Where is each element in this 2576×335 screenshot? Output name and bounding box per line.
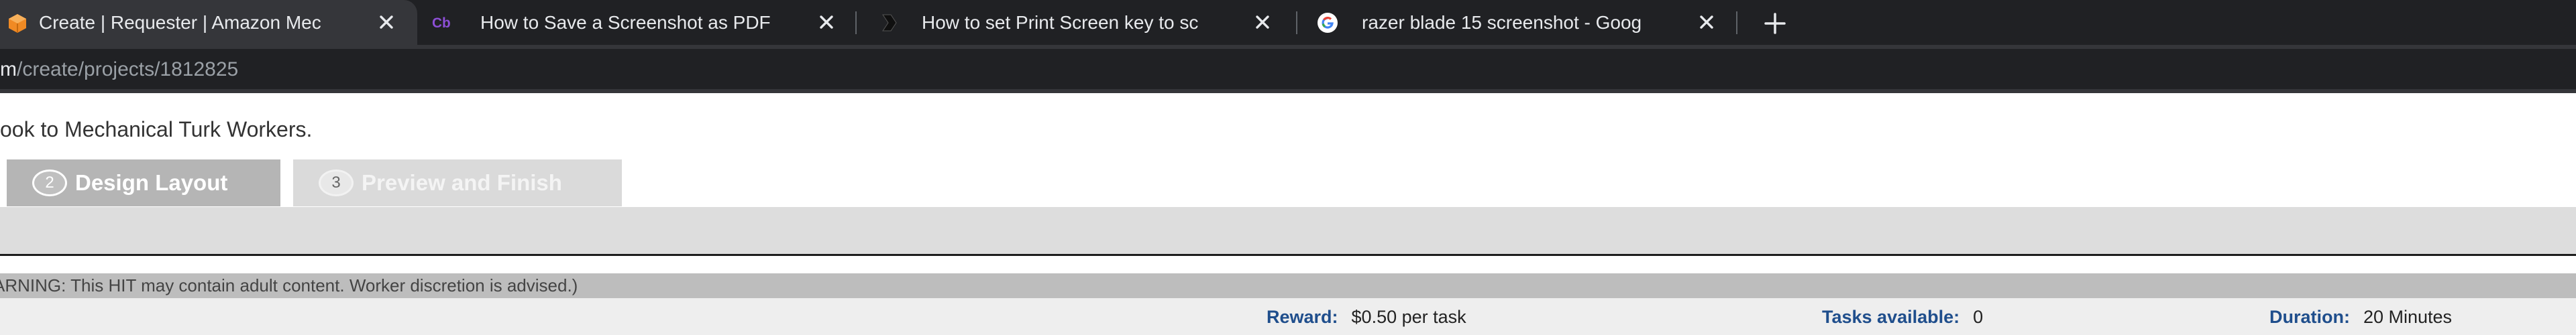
close-icon[interactable] (1253, 13, 1272, 31)
amazon-box-icon (9, 14, 26, 33)
tab-save-screenshot-pdf[interactable]: Cb How to Save a Screenshot as PDF (417, 0, 853, 45)
tab-separator (855, 11, 857, 34)
tasks-available-value: 0 (1973, 307, 1984, 327)
tab-title: How to Save a Screenshot as PDF (480, 11, 809, 34)
tab-title: How to set Print Screen key to sc (922, 11, 1250, 34)
reward-label: Reward: (1267, 307, 1338, 327)
reward-info: Reward: $0.50 per task (1267, 307, 1466, 328)
close-icon[interactable] (1697, 13, 1716, 31)
reward-value: $0.50 per task (1351, 307, 1466, 327)
duration-info: Duration: 20 Minutes (2269, 307, 2452, 328)
url-host: m (0, 58, 17, 80)
tab-strip: Create | Requester | Amazon Mec Cb How t… (0, 0, 2576, 45)
google-icon (1318, 13, 1338, 33)
tab-title: Create | Requester | Amazon Mec (39, 11, 364, 34)
tab-razer-blade-screenshot[interactable]: razer blade 15 screenshot - Goog (1298, 0, 1734, 45)
warning-text: ARNING: This HIT may contain adult conte… (0, 275, 578, 295)
duration-value: 20 Minutes (2363, 307, 2453, 327)
step-number-badge: 2 (32, 170, 67, 196)
cb-logo-icon: Cb (432, 15, 451, 31)
close-icon[interactable] (377, 13, 396, 31)
address-bar[interactable]: m/create/projects/1812825 (0, 49, 2576, 89)
tab-separator (1736, 11, 1737, 34)
tab-title: razer blade 15 screenshot - Goog (1362, 11, 1684, 34)
divider-line (0, 254, 2576, 256)
adult-content-warning: ARNING: This HIT may contain adult conte… (0, 273, 2576, 298)
hit-info-row: Reward: $0.50 per task Tasks available: 0 … (0, 298, 2576, 335)
intro-text: ook to Mechanical Turk Workers. (0, 117, 313, 141)
url-text[interactable]: m/create/projects/1812825 (0, 58, 238, 81)
step-label: Preview and Finish (362, 170, 562, 195)
close-icon[interactable] (817, 13, 836, 31)
duration-label: Duration: (2269, 307, 2350, 327)
browser-toolbar: m/create/projects/1812825 (0, 45, 2576, 138)
tab-separator (1296, 11, 1297, 34)
chevron-logo-icon (882, 14, 897, 31)
step-preview-and-finish[interactable]: 3 Preview and Finish (293, 159, 622, 206)
tasks-available-label: Tasks available: (1822, 307, 1960, 327)
new-tab-plus-icon[interactable] (1763, 11, 1787, 36)
tab-create-requester[interactable]: Create | Requester | Amazon Mec (0, 0, 417, 45)
url-path: /create/projects/1812825 (17, 58, 239, 80)
section-header-band (0, 207, 2576, 254)
step-design-layout[interactable]: 2 Design Layout (7, 159, 280, 206)
page-content: ook to Mechanical Turk Workers. 2 Design… (0, 93, 2576, 335)
step-number-badge: 3 (319, 170, 354, 196)
tasks-available-info: Tasks available: 0 (1822, 307, 1983, 328)
step-label: Design Layout (75, 170, 228, 195)
svg-text:Cb: Cb (432, 15, 451, 31)
tab-print-screen-key[interactable]: How to set Print Screen key to sc (857, 0, 1293, 45)
